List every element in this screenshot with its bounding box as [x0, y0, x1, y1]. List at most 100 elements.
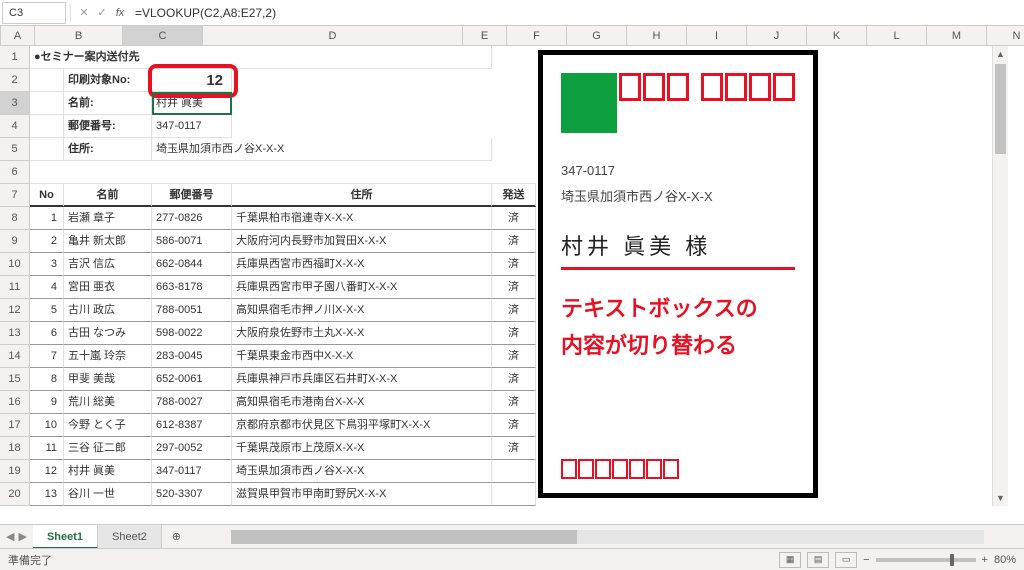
td-no[interactable]: 4 — [30, 276, 64, 299]
td-name[interactable]: 三谷 征二郎 — [64, 437, 152, 460]
col-header-L[interactable]: L — [867, 26, 927, 45]
row-header-3[interactable]: 3 — [0, 92, 30, 115]
td-name[interactable]: 五十嵐 玲奈 — [64, 345, 152, 368]
td-sent[interactable]: 済 — [492, 253, 536, 276]
zoom-out-button[interactable]: − — [863, 554, 869, 566]
td-address[interactable]: 大阪府泉佐野市土丸X-X-X — [232, 322, 492, 345]
col-header-M[interactable]: M — [927, 26, 987, 45]
td-address[interactable]: 高知県宿毛市押ノ川X-X-X — [232, 299, 492, 322]
td-address[interactable]: 埼玉県加須市西ノ谷X-X-X — [232, 460, 492, 483]
confirm-icon[interactable]: ✓ — [93, 6, 111, 19]
td-address[interactable]: 千葉県茂原市上茂原X-X-X — [232, 437, 492, 460]
td-postcode[interactable]: 788-0027 — [152, 391, 232, 414]
td-name[interactable]: 谷川 一世 — [64, 483, 152, 506]
td-name[interactable]: 古川 政広 — [64, 299, 152, 322]
page-layout-view-icon[interactable]: ▤ — [807, 552, 829, 568]
table-row[interactable]: 4宮田 亜衣663-8178兵庫県西宮市甲子園八番町X-X-X済 — [30, 276, 1024, 299]
postcode-value[interactable]: 347-0117 — [152, 115, 232, 138]
tab-sheet1[interactable]: Sheet1 — [33, 525, 98, 549]
fx-icon[interactable]: fx — [111, 7, 129, 19]
td-sent[interactable]: 済 — [492, 391, 536, 414]
row-header-17[interactable]: 17 — [0, 414, 30, 437]
sheet-nav[interactable]: ◀▶ — [0, 530, 33, 543]
td-postcode[interactable]: 788-0051 — [152, 299, 232, 322]
row-header-6[interactable]: 6 — [0, 161, 30, 184]
td-address[interactable]: 千葉県柏市宿連寺X-X-X — [232, 207, 492, 230]
cell[interactable] — [30, 161, 536, 184]
col-header-E[interactable]: E — [463, 26, 507, 45]
col-header-I[interactable]: I — [687, 26, 747, 45]
td-sent[interactable]: 済 — [492, 322, 536, 345]
table-row[interactable]: 11三谷 征二郎297-0052千葉県茂原市上茂原X-X-X済 — [30, 437, 1024, 460]
scroll-down-icon[interactable]: ▼ — [993, 490, 1008, 506]
zoom-level[interactable]: 80% — [994, 554, 1016, 566]
table-row[interactable]: 12村井 眞美347-0117埼玉県加須市西ノ谷X-X-X — [30, 460, 1024, 483]
td-no[interactable]: 6 — [30, 322, 64, 345]
td-address[interactable]: 高知県宿毛市港南台X-X-X — [232, 391, 492, 414]
cell[interactable] — [30, 92, 64, 115]
col-header-N[interactable]: N — [987, 26, 1024, 45]
td-sent[interactable]: 済 — [492, 276, 536, 299]
scroll-thumb[interactable] — [995, 64, 1006, 154]
col-header-B[interactable]: B — [35, 26, 123, 45]
td-no[interactable]: 1 — [30, 207, 64, 230]
row-header-15[interactable]: 15 — [0, 368, 30, 391]
td-no[interactable]: 7 — [30, 345, 64, 368]
tab-sheet2[interactable]: Sheet2 — [98, 525, 162, 549]
cell[interactable] — [30, 138, 64, 161]
td-address[interactable]: 兵庫県西宮市甲子園八番町X-X-X — [232, 276, 492, 299]
name-box[interactable]: C3 — [2, 2, 66, 24]
row-header-19[interactable]: 19 — [0, 460, 30, 483]
cancel-icon[interactable]: ✕ — [75, 6, 93, 19]
col-header-G[interactable]: G — [567, 26, 627, 45]
row-header-13[interactable]: 13 — [0, 322, 30, 345]
row-header-18[interactable]: 18 — [0, 437, 30, 460]
td-postcode[interactable]: 612-8387 — [152, 414, 232, 437]
table-row[interactable]: 1岩瀬 章子277-0826千葉県柏市宿連寺X-X-X済 — [30, 207, 1024, 230]
scroll-thumb[interactable] — [231, 530, 577, 544]
td-no[interactable]: 3 — [30, 253, 64, 276]
horizontal-scrollbar[interactable] — [231, 530, 984, 544]
row-header-5[interactable]: 5 — [0, 138, 30, 161]
td-address[interactable]: 京都府京都市伏見区下鳥羽平塚町X-X-X — [232, 414, 492, 437]
td-no[interactable]: 9 — [30, 391, 64, 414]
col-header-K[interactable]: K — [807, 26, 867, 45]
td-sent[interactable]: 済 — [492, 368, 536, 391]
td-postcode[interactable]: 663-8178 — [152, 276, 232, 299]
table-row[interactable]: 9荒川 総美788-0027高知県宿毛市港南台X-X-X済 — [30, 391, 1024, 414]
td-postcode[interactable]: 652-0061 — [152, 368, 232, 391]
col-header-F[interactable]: F — [507, 26, 567, 45]
td-no[interactable]: 5 — [30, 299, 64, 322]
col-header-H[interactable]: H — [627, 26, 687, 45]
table-row[interactable]: 6古田 なつみ598-0022大阪府泉佐野市土丸X-X-X済 — [30, 322, 1024, 345]
row-header-8[interactable]: 8 — [0, 207, 30, 230]
page-break-view-icon[interactable]: ▭ — [835, 552, 857, 568]
td-sent[interactable]: 済 — [492, 299, 536, 322]
scroll-up-icon[interactable]: ▲ — [993, 46, 1008, 62]
td-no[interactable]: 2 — [30, 230, 64, 253]
td-postcode[interactable]: 277-0826 — [152, 207, 232, 230]
print-no-value[interactable]: 12 — [152, 69, 232, 92]
row-header-9[interactable]: 9 — [0, 230, 30, 253]
td-address[interactable]: 大阪府河内長野市加賀田X-X-X — [232, 230, 492, 253]
table-row[interactable]: 2亀井 新太郎586-0071大阪府河内長野市加賀田X-X-X済 — [30, 230, 1024, 253]
td-no[interactable]: 12 — [30, 460, 64, 483]
row-header-20[interactable]: 20 — [0, 483, 30, 506]
row-header-1[interactable]: 1 — [0, 46, 30, 69]
col-header-A[interactable]: A — [1, 26, 35, 45]
col-header-J[interactable]: J — [747, 26, 807, 45]
table-row[interactable]: 8甲斐 美哉652-0061兵庫県神戸市兵庫区石井町X-X-X済 — [30, 368, 1024, 391]
td-address[interactable]: 兵庫県西宮市西福町X-X-X — [232, 253, 492, 276]
td-postcode[interactable]: 662-0844 — [152, 253, 232, 276]
td-no[interactable]: 8 — [30, 368, 64, 391]
td-sent[interactable]: 済 — [492, 345, 536, 368]
row-header-11[interactable]: 11 — [0, 276, 30, 299]
td-sent[interactable]: 済 — [492, 437, 536, 460]
td-sent[interactable] — [492, 483, 536, 506]
normal-view-icon[interactable]: ▦ — [779, 552, 801, 568]
cell[interactable] — [30, 69, 64, 92]
td-no[interactable]: 11 — [30, 437, 64, 460]
col-header-C[interactable]: C — [123, 26, 203, 45]
table-row[interactable]: 13谷川 一世520-3307滋賀県甲賀市甲南町野尻X-X-X — [30, 483, 1024, 506]
td-address[interactable]: 千葉県東金市西中X-X-X — [232, 345, 492, 368]
